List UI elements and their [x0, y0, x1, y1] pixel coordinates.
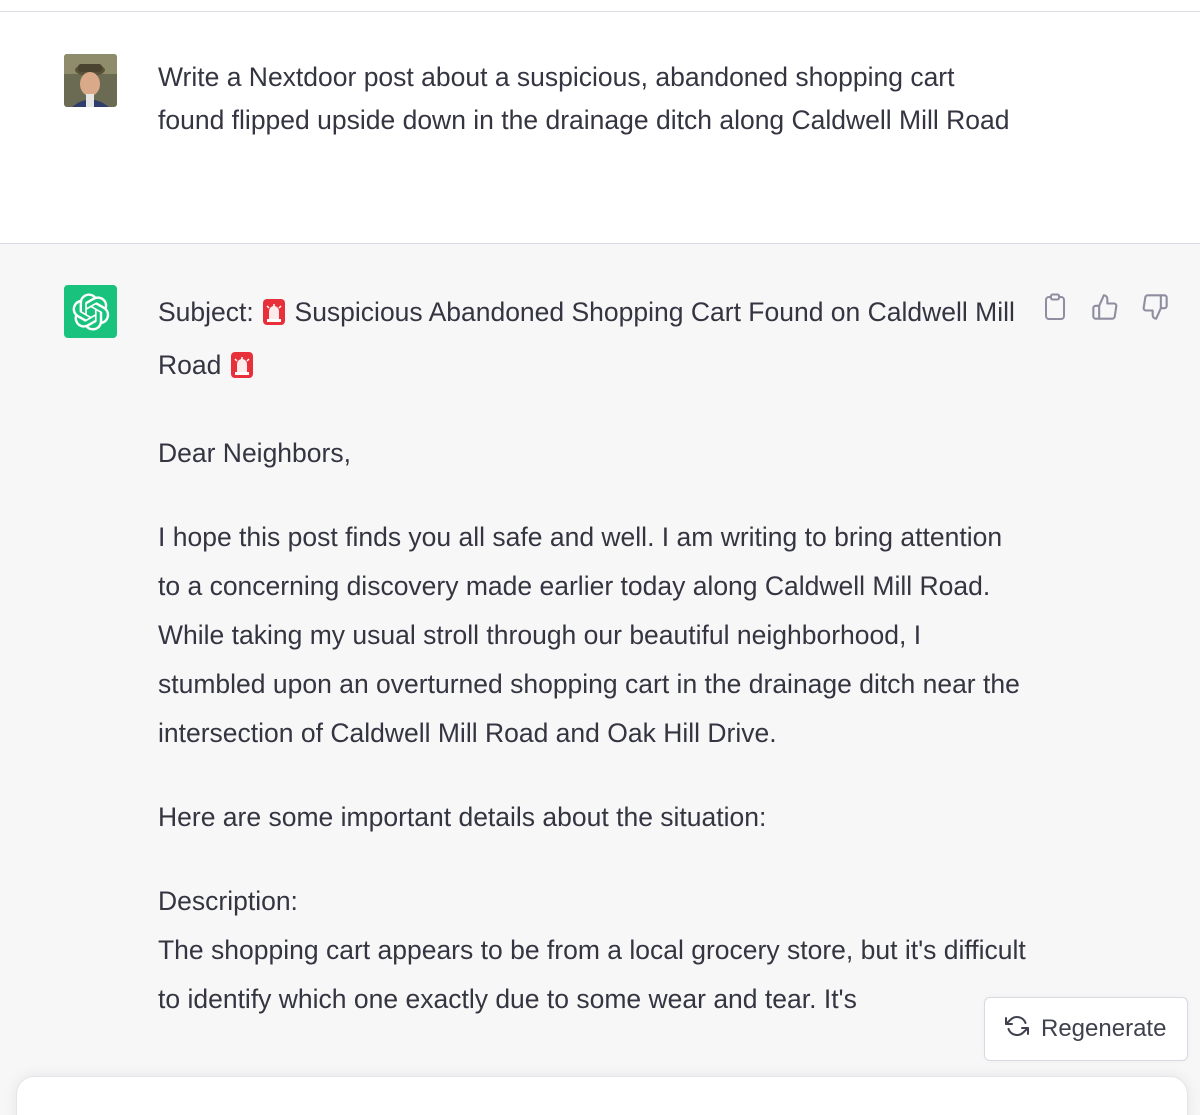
greeting: Dear Neighbors, [158, 438, 351, 468]
body-paragraph-2: Here are some important details about th… [158, 802, 767, 832]
thumbs-up-icon[interactable] [1090, 292, 1120, 322]
subject-prefix: Subject: [158, 297, 254, 327]
subject-line: Subject: Suspicious Abandoned Shopping C… [158, 288, 1028, 394]
description-text: The shopping cart appears to be from a l… [158, 935, 1026, 1014]
clipboard-icon[interactable] [1040, 292, 1070, 322]
body-paragraph-1: I hope this post finds you all safe and … [158, 522, 1020, 748]
assistant-message-text: Subject: Suspicious Abandoned Shopping C… [158, 288, 1028, 1059]
refresh-icon [1005, 1014, 1029, 1045]
regenerate-button[interactable]: Regenerate [984, 997, 1188, 1061]
siren-emoji-icon [230, 345, 253, 394]
user-message-text: Write a Nextdoor post about a suspicious… [158, 62, 1010, 135]
message-actions [1040, 292, 1180, 322]
thumbs-down-icon[interactable] [1140, 292, 1170, 322]
chatgpt-logo-icon [64, 285, 117, 338]
description-label: Description: [158, 886, 298, 916]
subject-text: Suspicious Abandoned Shopping Cart Found… [158, 297, 1015, 380]
user-avatar-image [64, 54, 117, 107]
regenerate-label: Regenerate [1041, 1015, 1167, 1042]
user-message-block: Write a Nextdoor post about a suspicious… [0, 12, 1200, 244]
chat-page: Write a Nextdoor post about a suspicious… [0, 0, 1200, 1115]
siren-emoji-icon [263, 292, 286, 341]
assistant-message-block: Subject: Suspicious Abandoned Shopping C… [0, 244, 1200, 1115]
message-input[interactable] [16, 1076, 1188, 1115]
user-avatar [64, 54, 117, 107]
